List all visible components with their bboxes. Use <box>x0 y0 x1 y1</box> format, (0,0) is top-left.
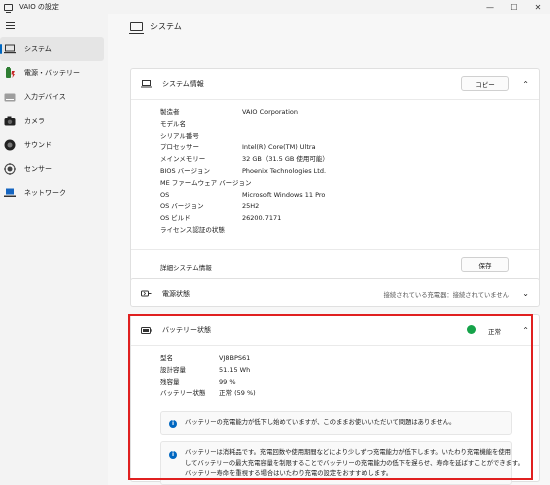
info-icon: i <box>169 451 177 459</box>
main-content: システム システム情報 コピー ⌃ 製造者 VAIO Corporation モデ… <box>108 14 550 485</box>
label-os-version: OS バージョン <box>160 202 204 211</box>
app-icon <box>4 3 13 13</box>
divider <box>131 99 539 100</box>
battery-icon <box>141 326 152 334</box>
value-processor: Intel(R) Core(TM) Ultra <box>242 143 316 152</box>
system-info-list: 製造者 VAIO Corporation モデル名 シリアル番号 プロセッサー In… <box>160 107 520 239</box>
laptop-icon <box>141 80 152 88</box>
detail-system-info-label: 詳細システム情報 <box>160 264 212 272</box>
battery-state-title: バッテリー状態 <box>162 326 211 334</box>
label-me-firmware: ME ファームウェア バージョン <box>160 178 252 187</box>
sidebar-item-label: ネットワーク <box>24 189 66 197</box>
label-processor: プロセッサー <box>160 143 199 152</box>
sidebar-item-power-battery[interactable]: 電源・バッテリー <box>0 61 104 85</box>
sidebar-nav: システム 電源・バッテリー 入力デバイス カメラ サウンド センサー ネットワー… <box>0 37 106 205</box>
battery-state-header[interactable]: バッテリー状態 正常 ⌃ <box>131 315 539 345</box>
sidebar-item-label: システム <box>24 45 52 53</box>
value-memory: 32 GB（31.5 GB 使用可能） <box>242 155 329 164</box>
sidebar-item-label: サウンド <box>24 141 52 149</box>
battery-notice-1: i バッテリーの充電能力が低下し始めていますが、このままお使いいただいて問題はあ… <box>160 411 512 435</box>
label-bios-version: BIOS バージョン <box>160 167 211 175</box>
battery-state-card: バッテリー状態 正常 ⌃ 型名 VJ8BPS61 設計容量 51.15 Wh 残容量… <box>130 314 540 485</box>
divider <box>131 249 539 250</box>
notice-text: バッテリーの充電能力が低下し始めていますが、このままお使いいただいて問題はありま… <box>185 419 456 426</box>
charger-status: 接続されている充電器：接続されていません <box>383 292 509 299</box>
value-design-capacity: 51.15 Wh <box>219 365 251 374</box>
notice-line: してバッテリーの最大充電容量を制限することでバッテリーの充電能力の低下を遅らせ、… <box>185 459 524 467</box>
label-serial-number: シリアル番号 <box>160 131 199 140</box>
value-os-version: 25H2 <box>242 202 260 211</box>
sidebar-item-label: 入力デバイス <box>24 93 66 101</box>
sidebar-item-sensor[interactable]: センサー <box>0 157 104 181</box>
keyboard-icon <box>4 92 16 102</box>
save-button[interactable]: 保存 <box>461 257 509 272</box>
page-header: システム <box>129 21 182 34</box>
page-title: システム <box>150 22 182 31</box>
label-manufacturer: 製造者 <box>160 108 180 116</box>
sidebar-item-input-devices[interactable]: 入力デバイス <box>0 85 104 109</box>
camera-icon <box>4 116 16 126</box>
copy-button[interactable]: コピー <box>461 76 509 91</box>
sidebar-item-network[interactable]: ネットワーク <box>0 181 104 205</box>
notice-line: バッテリー寿命を重視する場合はいたわり充電の設定をおすすめします。 <box>185 470 393 477</box>
system-info-header[interactable]: システム情報 コピー ⌃ <box>131 69 539 99</box>
laptop-icon <box>4 44 16 54</box>
info-icon: i <box>169 420 177 428</box>
label-remaining-capacity: 残容量 <box>160 377 180 386</box>
chevron-up-icon[interactable]: ⌃ <box>522 326 529 335</box>
chevron-up-icon[interactable]: ⌃ <box>522 80 529 89</box>
hamburger-menu-icon[interactable] <box>6 22 15 30</box>
laptop-icon <box>129 22 144 34</box>
status-ok-icon <box>467 325 476 334</box>
sidebar-item-label: センサー <box>24 165 52 173</box>
minimize-button[interactable]: — <box>478 0 502 14</box>
label-license-status: ライセンス認証の状態 <box>160 226 225 234</box>
sidebar-item-camera[interactable]: カメラ <box>0 109 104 133</box>
title-bar: VAIO の設定 — ☐ ✕ <box>0 0 550 14</box>
chevron-down-icon[interactable]: ⌄ <box>522 289 529 298</box>
speaker-icon <box>4 139 16 151</box>
value-manufacturer: VAIO Corporation <box>242 108 298 116</box>
maximize-button[interactable]: ☐ <box>502 0 526 14</box>
power-state-title: 電源状態 <box>162 289 190 298</box>
value-bios-version: Phoenix Technologies Ltd. <box>242 167 327 175</box>
close-button[interactable]: ✕ <box>526 0 550 14</box>
sensor-icon <box>4 163 16 175</box>
battery-info-list: 型名 VJ8BPS61 設計容量 51.15 Wh 残容量 99 % バッテリー状態 正… <box>160 353 460 401</box>
battery-notice-2: i バッテリーは消耗品です。充電回数や使用期間などにより少しずつ充電能力が低下し… <box>160 441 524 485</box>
notice-text-block: バッテリーは消耗品です。充電回数や使用期間などにより少しずつ充電能力が低下します… <box>185 448 524 480</box>
battery-icon <box>4 67 16 78</box>
label-design-capacity: 設計容量 <box>160 365 186 374</box>
label-battery-health: バッテリー状態 <box>160 389 206 398</box>
label-model-name: モデル名 <box>160 119 186 128</box>
label-model: 型名 <box>160 354 173 362</box>
value-os: Microsoft Windows 11 Pro <box>242 190 326 199</box>
system-info-title: システム情報 <box>162 80 204 88</box>
label-os-build: OS ビルド <box>160 214 191 223</box>
sidebar-item-sound[interactable]: サウンド <box>0 133 104 157</box>
sidebar-item-system[interactable]: システム <box>0 37 104 61</box>
system-info-card: システム情報 コピー ⌃ 製造者 VAIO Corporation モデル名 シリ… <box>130 68 540 282</box>
value-remaining-capacity: 99 % <box>219 377 236 386</box>
label-memory: メインメモリー <box>160 155 206 164</box>
divider <box>131 345 539 346</box>
sidebar-item-label: 電源・バッテリー <box>24 69 80 77</box>
power-plug-icon <box>141 290 152 297</box>
value-os-build: 26200.7171 <box>242 214 282 223</box>
network-icon <box>4 188 16 198</box>
label-os: OS <box>160 190 170 199</box>
sidebar: システム 電源・バッテリー 入力デバイス カメラ サウンド センサー ネットワー… <box>0 14 108 485</box>
window-title: VAIO の設定 <box>19 3 59 11</box>
battery-status-text: 正常 <box>488 328 501 336</box>
notice-line: バッテリーは消耗品です。充電回数や使用期間などにより少しずつ充電能力が低下します… <box>185 449 511 456</box>
sidebar-item-label: カメラ <box>24 117 45 125</box>
power-state-card[interactable]: 電源状態 接続されている充電器：接続されていません ⌄ <box>130 278 540 307</box>
value-model: VJ8BPS61 <box>219 354 251 362</box>
value-battery-health: 正常 (59 %) <box>219 389 256 398</box>
